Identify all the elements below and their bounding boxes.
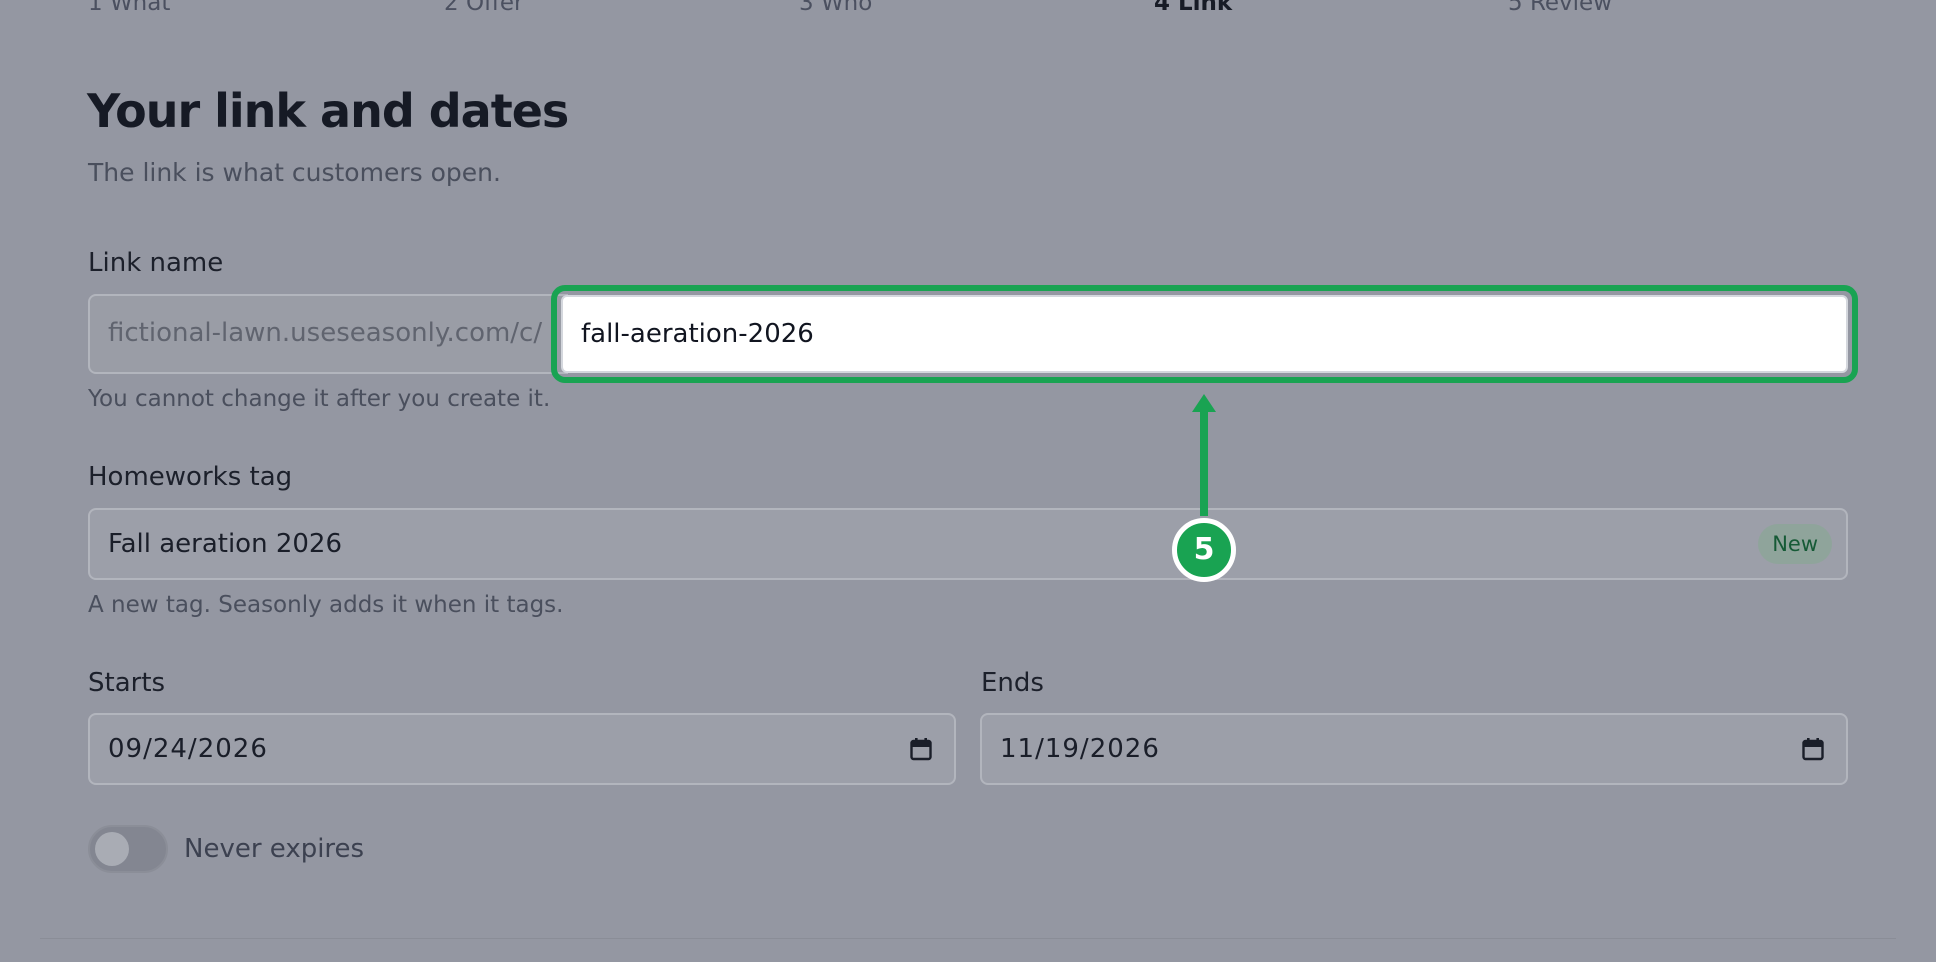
toggle-knob <box>95 832 129 866</box>
page-title: Your link and dates <box>87 84 569 138</box>
never-expires-toggle[interactable] <box>88 825 168 873</box>
ends-label: Ends <box>981 668 1044 698</box>
annotation-arrow-head <box>1192 394 1216 412</box>
step-marker-badge: 5 <box>1172 518 1236 582</box>
starts-date-value: 09/24/2026 <box>108 734 268 764</box>
calendar-icon[interactable] <box>1802 737 1824 761</box>
annotation-arrow-line <box>1200 408 1208 516</box>
step-who[interactable]: 3 Who <box>799 0 872 16</box>
homeworks-tag-input[interactable]: Fall aeration 2026 New <box>88 508 1848 580</box>
link-prefix-text: fictional-lawn.useseasonly.com/c/ <box>108 318 543 348</box>
step-offer[interactable]: 2 Offer <box>444 0 524 16</box>
wizard-page: 1 What 2 Offer 3 Who 4 Link 5 Review You… <box>0 0 1936 962</box>
new-tag-badge: New <box>1758 524 1832 564</box>
step-review[interactable]: 5 Review <box>1508 0 1612 16</box>
ends-date-value: 11/19/2026 <box>1000 734 1160 764</box>
step-link[interactable]: 4 Link <box>1154 0 1232 16</box>
stepper: 1 What 2 Offer 3 Who 4 Link 5 Review <box>88 0 1936 20</box>
link-name-label: Link name <box>88 248 224 278</box>
footer-divider <box>40 938 1896 939</box>
page-subtitle: The link is what customers open. <box>88 158 501 187</box>
homeworks-tag-value: Fall aeration 2026 <box>108 529 342 559</box>
homeworks-tag-label: Homeworks tag <box>88 462 293 492</box>
link-name-input[interactable] <box>561 295 1848 373</box>
step-what[interactable]: 1 What <box>88 0 170 16</box>
starts-date-input[interactable]: 09/24/2026 <box>88 713 956 785</box>
calendar-icon[interactable] <box>910 737 932 761</box>
ends-date-input[interactable]: 11/19/2026 <box>980 713 1848 785</box>
link-name-hint: You cannot change it after you create it… <box>88 386 551 412</box>
never-expires-label: Never expires <box>184 834 365 864</box>
homeworks-tag-hint: A new tag. Seasonly adds it when it tags… <box>88 592 564 618</box>
link-prefix: fictional-lawn.useseasonly.com/c/ <box>88 294 568 374</box>
starts-label: Starts <box>88 668 166 698</box>
